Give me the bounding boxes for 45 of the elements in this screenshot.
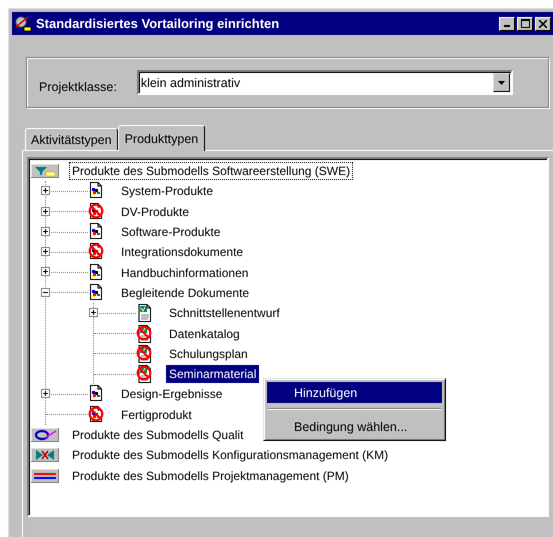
tree-item[interactable]: Produkte des Submodells Softwareerstellung (SWE) bbox=[69, 162, 354, 180]
tab[interactable]: Aktivitätstypen bbox=[25, 128, 118, 150]
expand-icon[interactable] bbox=[41, 206, 50, 216]
maximize-button[interactable] bbox=[517, 16, 533, 30]
model-icon bbox=[31, 468, 59, 483]
expand-icon[interactable] bbox=[41, 226, 50, 236]
project-class-dropdown[interactable]: klein administrativ bbox=[136, 70, 513, 95]
tree-item[interactable]: DV-Produkte bbox=[118, 202, 192, 221]
tree-item[interactable]: System-Produkte bbox=[118, 182, 216, 200]
tree-item[interactable]: Produkte des Submodells Projektmanagement (PM) bbox=[69, 466, 352, 485]
maximize-icon bbox=[520, 19, 530, 28]
tab[interactable]: Produkttypen bbox=[118, 125, 206, 151]
model-icon bbox=[31, 428, 59, 442]
tree-item[interactable]: Produkte des Submodells Konfigurationsmanagement (KM) bbox=[69, 446, 392, 464]
tree-item[interactable]: Integrationsdokumente bbox=[118, 243, 246, 262]
minimize-button[interactable] bbox=[499, 16, 515, 30]
tree-item[interactable]: Software-Produkte bbox=[118, 223, 224, 242]
model-icon bbox=[31, 448, 59, 462]
close-icon bbox=[539, 20, 547, 28]
expand-icon[interactable] bbox=[89, 308, 98, 318]
minimize-icon bbox=[504, 24, 510, 26]
tree-item[interactable]: Schulungsplan bbox=[166, 344, 251, 363]
tree-item[interactable]: Datenkatalog bbox=[166, 324, 243, 343]
dropdown-button[interactable] bbox=[492, 73, 510, 92]
close-button[interactable] bbox=[535, 16, 551, 30]
menu-item[interactable]: Hinzufügen bbox=[267, 382, 442, 403]
window-title: Standardisiertes Vortailoring einrichten bbox=[36, 16, 280, 31]
dropdown-value: klein administrativ bbox=[140, 76, 242, 90]
menu-item[interactable]: Bedingung wählen... bbox=[267, 416, 442, 437]
expand-icon[interactable] bbox=[41, 267, 50, 276]
app-icon bbox=[14, 14, 32, 32]
tree-item[interactable]: Handbuchinformationen bbox=[118, 264, 252, 282]
expand-icon[interactable] bbox=[41, 389, 50, 398]
tree-item[interactable]: Begleitende Dokumente bbox=[118, 284, 252, 302]
expand-icon[interactable] bbox=[41, 247, 50, 256]
tree-item[interactable]: Schnittstellenentwurf bbox=[166, 304, 283, 322]
tree-item[interactable]: Fertigprodukt bbox=[118, 406, 195, 424]
collapse-icon[interactable] bbox=[41, 288, 50, 297]
expand-icon[interactable] bbox=[41, 186, 50, 196]
field-label: Projektklasse: bbox=[39, 78, 117, 94]
tree-item[interactable]: Design-Ergebnisse bbox=[118, 385, 226, 404]
tree-item[interactable]: Seminarmaterial bbox=[166, 365, 260, 384]
model-icon bbox=[31, 164, 59, 178]
caret-icon bbox=[498, 80, 505, 84]
tree-item[interactable]: Produkte des Submodells Qualit bbox=[69, 426, 246, 444]
